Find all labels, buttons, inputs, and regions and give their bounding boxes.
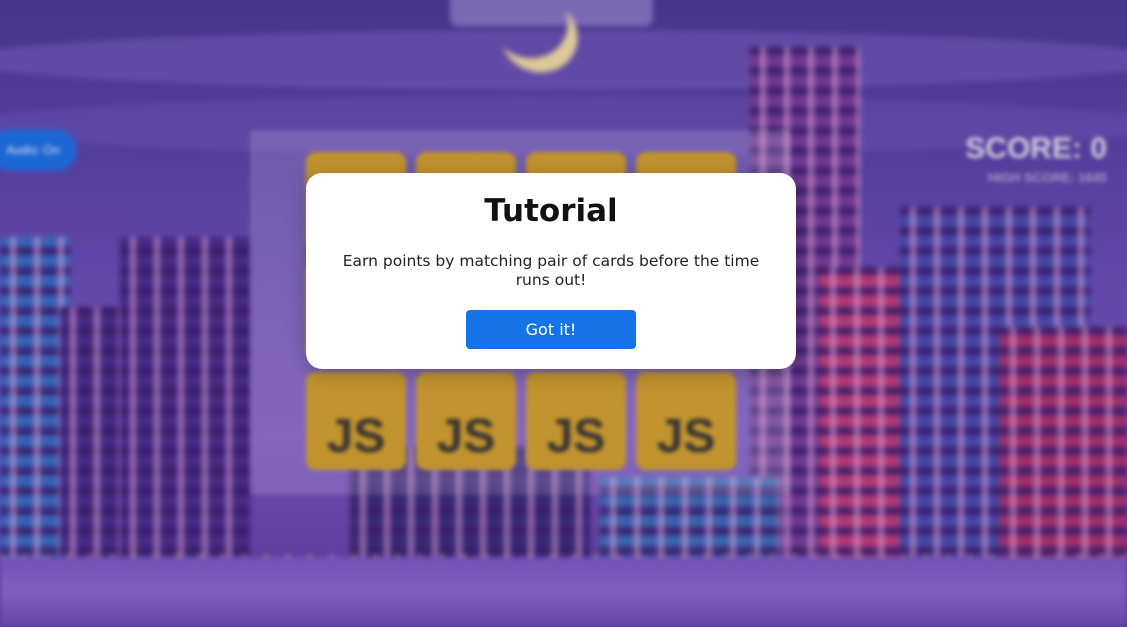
dialog-title: Tutorial [484,193,618,229]
dialog-message: Earn points by matching pair of cards be… [342,252,760,289]
game-screen: Audio: On SCORE: 0 HIGH SCORE: 1645 JS J… [0,0,1127,627]
got-it-button[interactable]: Got it! [466,310,636,349]
tutorial-dialog: Tutorial Earn points by matching pair of… [306,173,796,369]
